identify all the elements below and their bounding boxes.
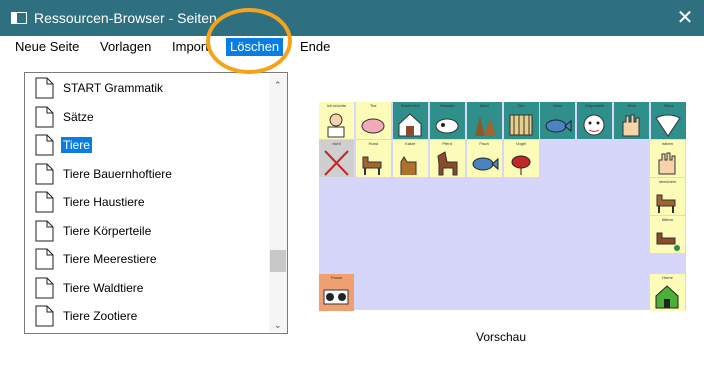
page-preview: ich möchte Tier Bauernhof Haustier Wald Zoo Me…: [319, 102, 687, 311]
menu-ende[interactable]: Ende: [296, 38, 334, 56]
preview-tile: Bauernhof: [392, 102, 428, 139]
list-item[interactable]: Tiere: [35, 134, 273, 156]
tile-caption: Hund: [368, 141, 379, 146]
list-item-label: Tiere Waldtiere: [63, 280, 144, 295]
preview-tile: Vogel: [503, 140, 539, 177]
document-icon: [35, 248, 54, 270]
preview-tile: Home: [650, 274, 685, 311]
tile-caption: Körperteile: [585, 103, 605, 108]
tile-caption: Pferd: [442, 141, 452, 146]
page-list[interactable]: START Grammatik Sätze Tiere Tiere Bauernhof…: [24, 72, 288, 334]
preview-tile: Pferd: [429, 140, 465, 177]
preview-tile: Wald: [466, 102, 502, 139]
tile-caption: haben: [661, 141, 674, 146]
preview-tile: haben: [650, 140, 685, 177]
menu-vorlagen[interactable]: Vorlagen: [96, 38, 155, 56]
document-icon: [35, 77, 54, 99]
list-item[interactable]: Tiere Meerestiere: [35, 248, 273, 270]
tile-caption: nicht: [332, 141, 341, 146]
list-item-label: Sätze: [63, 109, 94, 124]
list-item[interactable]: Tiere Körperteile: [35, 220, 273, 242]
list-item[interactable]: Tiere Waldtiere: [35, 277, 273, 299]
tile-caption: Meer: [553, 103, 563, 108]
preview-tile: Pause: [319, 274, 354, 311]
tile-caption: Haustier: [439, 103, 455, 108]
tile-caption: Wort: [627, 103, 636, 108]
list-item[interactable]: Tiere Zootiere: [35, 305, 273, 327]
scroll-up-arrow-icon[interactable]: ⌃: [274, 80, 282, 91]
tile-caption: Wald: [479, 103, 489, 108]
tile-caption: Home: [662, 275, 673, 280]
list-item[interactable]: Sätze: [35, 106, 273, 128]
document-icon: [35, 220, 54, 242]
preview-tile: füttern: [650, 216, 685, 253]
tile-caption: Zoo: [517, 103, 525, 108]
preview-tile: ich möchte: [319, 102, 354, 139]
preview-tile: Zoo: [503, 102, 539, 139]
document-icon: [35, 305, 54, 327]
list-item-label: Tiere Meerestiere: [63, 252, 157, 266]
tile-caption: ich möchte: [326, 103, 347, 108]
list-item-label: Tiere Körperteile: [63, 223, 152, 238]
list-item-label: Tiere Haustiere: [63, 195, 145, 209]
document-icon: [35, 163, 54, 185]
list-scrollbar[interactable]: ⌃ ⌄: [269, 74, 287, 332]
tile-caption: Vogel: [515, 141, 526, 146]
preview-tile: Körperteile: [577, 102, 613, 139]
preview-tile: Fisch: [466, 140, 502, 177]
menu-neue-seite[interactable]: Neue Seite: [11, 38, 83, 56]
tile-caption: Tier: [370, 103, 377, 108]
preview-tile: Hund: [355, 140, 391, 177]
menu-bar: Neue Seite Vorlagen Import Löschen Ende: [0, 36, 704, 58]
tile-caption: Sätze: [663, 103, 674, 108]
list-item[interactable]: Tiere Bauernhoftiere: [35, 163, 273, 185]
tile-caption: Pause: [330, 275, 343, 280]
list-item-label: Tiere Bauernhoftiere: [63, 166, 172, 181]
tile-caption: streicheln: [658, 179, 677, 184]
preview-tile: Katze: [392, 140, 428, 177]
preview-tile: Meer: [540, 102, 576, 139]
list-item-label: START Grammatik: [63, 81, 164, 95]
preview-label: Vorschau: [476, 330, 527, 344]
menu-import[interactable]: Import: [168, 38, 213, 56]
title-bar: Ressourcen-Browser - Seiten ✕: [0, 0, 704, 36]
list-item[interactable]: START Grammatik: [35, 77, 273, 99]
list-item[interactable]: Tiere Haustiere: [35, 191, 273, 213]
tile-caption: Katze: [405, 141, 416, 146]
scroll-down-arrow-icon[interactable]: ⌄: [274, 320, 282, 331]
preview-tile: nicht: [319, 140, 354, 177]
document-icon: [35, 277, 54, 299]
document-icon: [35, 191, 54, 213]
preview-tile: streicheln: [650, 178, 685, 215]
preview-tile: Tier: [355, 102, 391, 139]
tile-caption: Bauernhof: [401, 103, 420, 108]
tile-caption: Fisch: [479, 141, 489, 146]
document-icon: [35, 106, 54, 128]
list-item-label: Tiere Zootiere: [63, 309, 138, 323]
menu-loeschen[interactable]: Löschen: [226, 38, 284, 56]
tile-caption: füttern: [661, 217, 674, 222]
preview-tile: Sätze: [651, 102, 687, 139]
app-window-icon: [11, 12, 27, 24]
preview-tile: Haustier: [429, 102, 465, 139]
list-item-label: Tiere: [61, 137, 92, 153]
preview-tile: Wort: [614, 102, 650, 139]
scroll-thumb[interactable]: [270, 250, 286, 272]
document-icon: [35, 134, 54, 156]
close-button[interactable]: ✕: [672, 6, 698, 30]
window-title: Ressourcen-Browser - Seiten: [34, 10, 217, 26]
